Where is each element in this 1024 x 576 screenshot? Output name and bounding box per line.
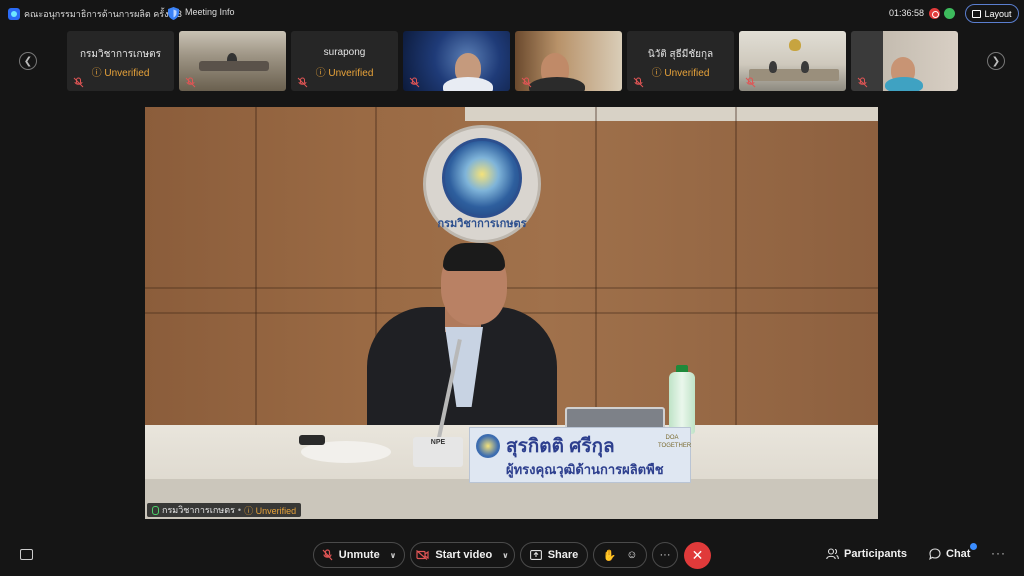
secure-connection-icon[interactable]: [944, 8, 955, 19]
webex-logo-icon: [8, 8, 20, 20]
participants-icon: [826, 548, 839, 560]
speaker-name-tag: กรมวิชาการเกษตร • ⓘ Unverified: [147, 503, 302, 517]
recording-icon[interactable]: [929, 8, 940, 19]
participant-video-thumbnail[interactable]: [739, 31, 846, 91]
share-button[interactable]: Share: [520, 542, 588, 568]
layout-grid-icon: [972, 9, 982, 18]
participant-thumbnail[interactable]: surapong ⓘ Unverified: [291, 31, 398, 91]
participants-button[interactable]: Participants: [826, 548, 907, 560]
department-seal: กรมวิชาการเกษตร: [423, 125, 541, 243]
participant-name: กรมวิชาการเกษตร: [79, 49, 161, 60]
reactions-button-group[interactable]: ✋ ☺: [593, 542, 647, 568]
share-screen-icon: [529, 550, 542, 560]
nameplate-name: สุรกิตติ ศรีกุล: [506, 436, 615, 457]
layout-button[interactable]: Layout: [965, 4, 1019, 23]
start-video-button[interactable]: Start video ∨: [410, 542, 515, 568]
chat-icon: [929, 548, 941, 560]
participant-thumbnail[interactable]: กรมวิชาการเกษตร ⓘ Unverified: [67, 31, 174, 91]
chat-label: Chat: [946, 548, 971, 560]
participant-video-thumbnail[interactable]: [851, 31, 958, 91]
participant-name: นิวัติ สุธีมีชัยกุล: [647, 49, 714, 60]
meeting-title: คณะอนุกรรมาธิการด้านการผลิต ครั้งที่ 3: [24, 9, 182, 19]
active-speaker-video[interactable]: กรมวิชาการเกษตร NPE สุรกิตติ ศรีกุล ผู้ท…: [145, 107, 878, 519]
reaction-emoji-icon[interactable]: ☺: [626, 549, 637, 561]
muted-mic-icon: [322, 549, 333, 561]
muted-mic-icon: [521, 77, 532, 88]
nameplate: สุรกิตติ ศรีกุล ผู้ทรงคุณวุฒิด้านการผลิต…: [469, 427, 691, 483]
participants-label: Participants: [844, 548, 907, 560]
speaker-name: กรมวิชาการเกษตร: [162, 505, 235, 515]
chevron-right-icon: ❯: [991, 55, 1001, 67]
meeting-info-link[interactable]: Meeting Info: [185, 7, 235, 17]
muted-mic-icon: [409, 77, 420, 88]
chevron-down-icon[interactable]: ∨: [390, 551, 397, 560]
muted-mic-icon: [857, 77, 868, 88]
thumbnails-prev-button[interactable]: ❮: [19, 52, 37, 70]
raise-hand-icon[interactable]: ✋: [603, 549, 617, 562]
muted-mic-icon: [633, 77, 644, 88]
more-options-icon: ···: [659, 549, 671, 561]
nameplate-title: ผู้ทรงคุณวุฒิด้านการผลิตพืช: [506, 462, 664, 477]
video-off-icon: [416, 550, 429, 560]
muted-mic-icon: [297, 77, 308, 88]
layout-button-label: Layout: [984, 8, 1012, 19]
captions-icon[interactable]: [20, 549, 33, 560]
chevron-left-icon: ❮: [23, 55, 33, 67]
nameplate-badge: DOA TOGETHER: [658, 435, 692, 449]
muted-mic-icon: [745, 77, 756, 88]
thumbnails-next-button[interactable]: ❯: [987, 52, 1005, 70]
meeting-timer: 01:36:58: [889, 8, 925, 18]
unmute-button[interactable]: Unmute ∨: [313, 542, 405, 568]
unmute-label: Unmute: [338, 549, 380, 561]
share-label: Share: [547, 549, 579, 561]
microphone-icon: [152, 505, 159, 515]
close-icon: ✕: [691, 547, 704, 563]
department-logo-icon: [476, 434, 500, 458]
participant-video-thumbnail[interactable]: [515, 31, 622, 91]
participant-video-thumbnail[interactable]: [179, 31, 286, 91]
chat-unread-badge: [970, 543, 977, 550]
participant-video-thumbnail[interactable]: [403, 31, 510, 91]
speaker-status: ⓘ Unverified: [244, 505, 297, 516]
more-options-button[interactable]: ···: [652, 542, 678, 568]
muted-mic-icon: [185, 77, 196, 88]
chevron-down-icon[interactable]: ∨: [502, 551, 509, 560]
speaker-separator: •: [237, 505, 242, 515]
chat-button[interactable]: Chat: [929, 548, 970, 560]
water-bottle: [669, 372, 695, 434]
title-bar: คณะอนุกรรมาธิการด้านการผลิต ครั้งที่ 3 M…: [0, 0, 1024, 28]
muted-mic-icon: [73, 77, 84, 88]
start-video-label: Start video: [435, 549, 493, 561]
participant-name: surapong: [323, 47, 366, 58]
microphone-label: NPE: [430, 439, 446, 446]
seal-text: กรมวิชาการเกษตร: [437, 218, 527, 230]
overflow-menu-button[interactable]: ···: [991, 546, 1006, 560]
participant-thumbnail[interactable]: นิวัติ สุธีมีชัยกุล ⓘ Unverified: [627, 31, 734, 91]
leave-meeting-button[interactable]: ✕: [684, 542, 711, 569]
shield-icon[interactable]: [168, 7, 179, 20]
